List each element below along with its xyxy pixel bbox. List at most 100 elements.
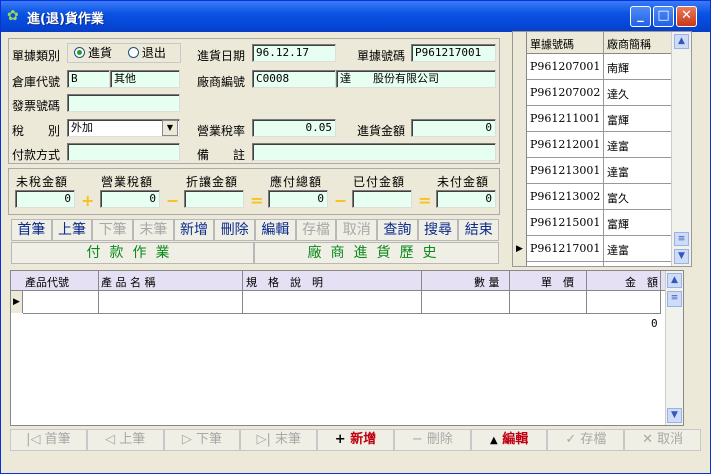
warehouse-code-field[interactable]: B bbox=[67, 70, 110, 88]
doclist-cell-docno: P961213002 bbox=[530, 190, 601, 203]
payable-total-field: 0 bbox=[268, 190, 328, 208]
nav-prev-button[interactable]: ◁ 上筆 bbox=[86, 429, 164, 451]
radio-in-dot[interactable] bbox=[74, 47, 85, 58]
minus-icon: − bbox=[411, 432, 423, 447]
col-product-name[interactable]: 產 品 名 稱 bbox=[101, 274, 156, 290]
doclist-cell-docno: P961212001 bbox=[530, 138, 601, 151]
col-quantity[interactable]: 數 量 bbox=[474, 274, 500, 290]
col-sep bbox=[586, 271, 587, 313]
invoice-field[interactable] bbox=[67, 94, 180, 112]
amount-field: 0 bbox=[411, 119, 496, 137]
toolbar-prev-button[interactable]: 上筆 bbox=[51, 219, 93, 241]
doclist-scrollbar[interactable]: ▲ ≡ ▼ bbox=[671, 32, 691, 266]
payment-method-field[interactable] bbox=[67, 143, 180, 161]
col-product-code[interactable]: 產品代號 bbox=[25, 274, 69, 290]
vendor-code-field[interactable]: C0008 bbox=[252, 70, 336, 88]
col-amount[interactable]: 金 額 bbox=[625, 274, 658, 290]
close-icon: ✕ bbox=[642, 432, 654, 447]
next-icon: ▷ bbox=[181, 432, 192, 447]
app-icon: ✿ bbox=[7, 8, 19, 24]
scroll-up-icon[interactable]: ▲ bbox=[674, 34, 689, 49]
tax-amount-field: 0 bbox=[100, 190, 160, 208]
scroll-up-icon[interactable]: ▲ bbox=[667, 273, 682, 288]
vendor-short-name: 達 bbox=[340, 72, 351, 85]
toolbar-query-button[interactable]: 查詢 bbox=[377, 219, 418, 241]
doclist-cell-docno: P961207001 bbox=[530, 60, 601, 73]
warehouse-name-field: 其他 bbox=[110, 70, 180, 88]
toolbar-delete-button[interactable]: 刪除 bbox=[214, 219, 256, 241]
nav-first-label: 首筆 bbox=[44, 432, 71, 447]
col-sep bbox=[660, 271, 661, 313]
doclist-cell-vendor: 達富 bbox=[607, 140, 629, 153]
scroll-thumb[interactable]: ≡ bbox=[667, 291, 682, 307]
toolbar-edit-button[interactable]: 編輯 bbox=[255, 219, 296, 241]
toolbar-first-button[interactable]: 首筆 bbox=[11, 219, 52, 241]
invoice-label: 發票號碼 bbox=[12, 99, 61, 113]
tax-select-value: 外加 bbox=[71, 121, 93, 134]
row-divider bbox=[23, 313, 661, 314]
date-field[interactable]: 96.12.17 bbox=[252, 44, 336, 62]
nav-next-button[interactable]: ▷ 下筆 bbox=[163, 429, 241, 451]
check-icon: ✓ bbox=[565, 432, 577, 447]
note-field[interactable] bbox=[252, 143, 496, 161]
col-sep bbox=[421, 271, 422, 313]
col-spec[interactable]: 規 格 說 明 bbox=[246, 274, 323, 290]
doclist-cell-docno: P961215001 bbox=[530, 216, 601, 229]
scroll-down-icon[interactable]: ▼ bbox=[667, 408, 682, 423]
toolbar-add-button[interactable]: 新增 bbox=[173, 219, 215, 241]
doc-no-field[interactable]: P961217001 bbox=[411, 44, 496, 62]
toolbar-save-button[interactable]: 存檔 bbox=[295, 219, 337, 241]
tax-rate-field[interactable]: 0.05 bbox=[252, 119, 336, 137]
toolbar-last-button[interactable]: 末筆 bbox=[133, 219, 174, 241]
col-unit-price[interactable]: 單 價 bbox=[541, 274, 574, 290]
date-label: 進貨日期 bbox=[197, 49, 246, 63]
scroll-down-icon[interactable]: ▼ bbox=[674, 249, 689, 264]
nav-save-button[interactable]: ✓ 存檔 bbox=[547, 429, 625, 451]
nav-delete-button[interactable]: − 刪除 bbox=[393, 429, 471, 451]
payment-method-label: 付款方式 bbox=[12, 148, 61, 162]
toolbar-next-button[interactable]: 下筆 bbox=[92, 219, 134, 241]
nav-first-button[interactable]: |◁ 首筆 bbox=[10, 429, 87, 451]
current-row-indicator: ▶ bbox=[11, 291, 23, 313]
detail-grid: ▶ 產品代號 產 品 名 稱 規 格 說 明 數 量 單 價 金 額 0 bbox=[10, 270, 684, 426]
last-icon: ▷| bbox=[256, 432, 271, 447]
nav-cancel-button[interactable]: ✕ 取消 bbox=[624, 429, 702, 451]
current-row-indicator: ▶ bbox=[516, 244, 523, 254]
vendor-history-button[interactable]: 廠商進貨歷史 bbox=[254, 242, 499, 264]
nav-cancel-label: 取消 bbox=[657, 432, 684, 447]
chevron-down-icon[interactable]: ▼ bbox=[162, 120, 178, 136]
nav-next-label: 下筆 bbox=[196, 432, 223, 447]
title-bar[interactable]: ✿ 進(退)貨作業 _ □ ✕ bbox=[1, 1, 710, 32]
nav-add-button[interactable]: + 新增 bbox=[317, 429, 394, 451]
vendor-company-suffix: 股份有限公司 bbox=[373, 72, 439, 85]
minimize-button[interactable]: _ bbox=[630, 6, 651, 27]
amount-label: 進貨金額 bbox=[357, 124, 406, 138]
maximize-button[interactable]: □ bbox=[653, 6, 674, 27]
toolbar-cancel-button[interactable]: 取消 bbox=[336, 219, 378, 241]
toolbar-search-button[interactable]: 搜尋 bbox=[417, 219, 459, 241]
close-button[interactable]: ✕ bbox=[676, 6, 697, 27]
doclist-cell-vendor: 達久 bbox=[607, 88, 629, 101]
equals-operator-2: = bbox=[418, 191, 432, 210]
unpaid-amount-label: 未付金額 bbox=[437, 175, 490, 189]
payment-operation-button[interactable]: 付款作業 bbox=[11, 242, 254, 264]
record-toolbar: 首筆 上筆 下筆 末筆 新增 刪除 編輯 存檔 取消 查詢 搜尋 結束 bbox=[11, 219, 500, 241]
subtotal-label: 未稅金額 bbox=[16, 175, 69, 189]
radio-in[interactable]: 進貨 bbox=[74, 46, 112, 60]
tax-label: 稅 別 bbox=[12, 124, 61, 138]
discount-label: 折讓金額 bbox=[186, 175, 239, 189]
detail-scrollbar[interactable]: ▲ ≡ ▼ bbox=[665, 271, 683, 425]
col-sep bbox=[603, 32, 604, 266]
row-indicator-column bbox=[513, 32, 527, 266]
document-list-grid: 單據號碼 廠商簡稱 P961207001 南輝 P961207002 達久 P96121… bbox=[512, 31, 692, 267]
nav-edit-button[interactable]: ▲ 編輯 bbox=[470, 429, 548, 451]
radio-out[interactable]: 退出 bbox=[127, 46, 166, 60]
discount-field[interactable] bbox=[184, 190, 244, 208]
scroll-thumb[interactable]: ≡ bbox=[674, 232, 689, 246]
window-title: 進(退)貨作業 bbox=[27, 12, 104, 27]
doclist-cell-docno: P961213001 bbox=[530, 164, 601, 177]
toolbar-exit-button[interactable]: 結束 bbox=[458, 219, 500, 241]
nav-last-button[interactable]: ▷| 末筆 bbox=[240, 429, 318, 451]
plus-icon: + bbox=[334, 432, 346, 447]
radio-out-dot[interactable] bbox=[127, 47, 139, 58]
